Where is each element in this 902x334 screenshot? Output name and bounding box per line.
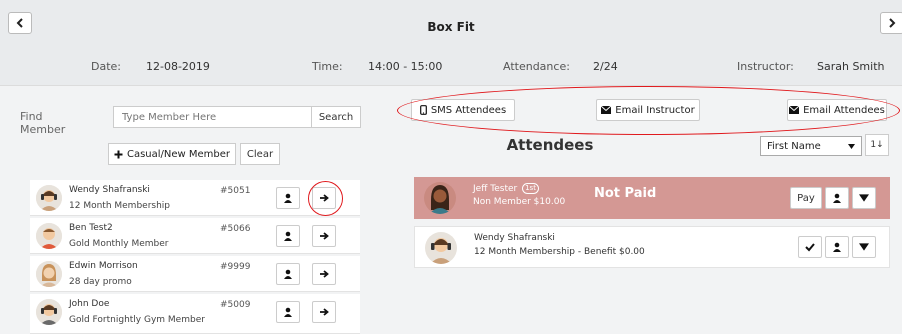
attendee-profile-button[interactable]	[825, 187, 849, 209]
member-name: John Doe	[69, 299, 110, 309]
attendee-row: Wendy Shafranski 12 Month Membership - B…	[414, 226, 890, 268]
arrow-right-icon	[320, 270, 329, 278]
add-to-class-button[interactable]	[312, 301, 336, 323]
member-profile-button[interactable]	[276, 301, 300, 323]
add-to-class-button[interactable]	[312, 187, 336, 209]
envelope-icon	[601, 106, 612, 114]
find-member-label: Find Member	[20, 110, 66, 136]
member-search-input[interactable]	[113, 106, 312, 128]
caret-down-icon	[859, 243, 869, 251]
member-number: #5051	[220, 186, 251, 196]
avatar	[36, 223, 62, 249]
user-icon	[284, 307, 292, 317]
envelope-icon	[789, 106, 800, 114]
attendance-label: Attendance:	[503, 60, 570, 73]
plus-icon	[114, 150, 123, 158]
sms-attendees-button[interactable]: SMS Attendees	[411, 99, 515, 121]
checkmark-icon	[805, 243, 815, 252]
attendee-profile-button[interactable]	[825, 236, 849, 258]
member-plan: Gold Fortnightly Gym Member	[69, 315, 205, 325]
email-attendees-button[interactable]: Email Attendees	[787, 99, 887, 121]
attendee-name: Wendy Shafranski	[474, 233, 555, 243]
caret-down-icon	[859, 194, 869, 202]
sms-attendees-label: SMS Attendees	[430, 104, 507, 116]
email-instructor-button[interactable]: Email Instructor	[596, 99, 700, 121]
attendees-title: Attendees	[506, 136, 594, 154]
member-plan: 28 day promo	[69, 277, 132, 287]
member-number: #5066	[220, 224, 251, 234]
member-plan: Gold Monthly Member	[69, 239, 169, 249]
mobile-phone-icon	[419, 105, 427, 115]
add-to-class-button[interactable]	[312, 225, 336, 247]
add-to-class-button[interactable]	[312, 263, 336, 285]
instructor-label: Instructor:	[737, 60, 794, 73]
member-name: Edwin Morrison	[69, 261, 138, 271]
attendee-plan: 12 Month Membership - Benefit $0.00	[474, 247, 645, 257]
member-name: Ben Test2	[69, 223, 113, 233]
casual-new-member-button[interactable]: Casual/New Member	[108, 143, 236, 165]
attendee-options-dropdown[interactable]	[852, 236, 876, 258]
user-icon	[833, 242, 841, 252]
attendee-plan: Non Member $10.00	[473, 197, 566, 207]
member-row: Ben Test2 Gold Monthly Member #5066	[30, 218, 360, 254]
sort-numeric-icon: 1↓	[870, 140, 884, 150]
clear-button[interactable]: Clear	[240, 143, 280, 165]
avatar	[36, 185, 62, 211]
attendee-row: Jeff Tester 1st Non Member $10.00 Not Pa…	[414, 177, 890, 219]
search-button[interactable]: Search	[311, 106, 361, 128]
sort-direction-button[interactable]: 1↓	[865, 134, 889, 156]
class-header	[0, 0, 902, 86]
sort-select-value: First Name	[767, 140, 821, 152]
user-icon	[833, 193, 841, 203]
member-plan: 12 Month Membership	[69, 201, 171, 211]
mark-attended-button[interactable]	[798, 236, 822, 258]
date-label: Date:	[91, 60, 121, 73]
date-value: 12-08-2019	[146, 60, 210, 73]
first-visit-badge: 1st	[522, 183, 539, 194]
caret-down-icon	[848, 143, 855, 149]
avatar	[36, 299, 62, 325]
member-number: #5009	[220, 300, 251, 310]
member-name: Wendy Shafranski	[69, 185, 150, 195]
member-profile-button[interactable]	[276, 263, 300, 285]
email-attendees-label: Email Attendees	[803, 104, 885, 116]
sort-select[interactable]: First Name	[760, 136, 862, 156]
arrow-right-icon	[320, 194, 329, 202]
instructor-value: Sarah Smith	[817, 60, 885, 73]
avatar	[424, 182, 456, 214]
user-icon	[284, 269, 292, 279]
member-profile-button[interactable]	[276, 225, 300, 247]
pay-button[interactable]: Pay	[790, 187, 822, 209]
member-row: Wendy Shafranski 12 Month Membership #50…	[30, 180, 360, 216]
payment-status: Not Paid	[594, 186, 657, 201]
user-icon	[284, 193, 292, 203]
member-number: #9999	[220, 262, 251, 272]
email-instructor-label: Email Instructor	[615, 104, 695, 116]
arrow-right-icon	[320, 232, 329, 240]
avatar	[36, 261, 62, 287]
class-title: Box Fit	[427, 20, 475, 34]
attendee-options-dropdown[interactable]	[852, 187, 876, 209]
attendance-value: 2/24	[593, 60, 618, 73]
user-icon	[284, 231, 292, 241]
casual-new-member-label: Casual/New Member	[126, 148, 231, 160]
member-row: John Doe Gold Fortnightly Gym Member #50…	[30, 294, 360, 334]
arrow-right-icon	[320, 308, 329, 316]
time-label: Time:	[312, 60, 343, 73]
member-row: Edwin Morrison 28 day promo #9999	[30, 256, 360, 292]
avatar	[425, 232, 457, 264]
time-value: 14:00 - 15:00	[368, 60, 443, 73]
member-profile-button[interactable]	[276, 187, 300, 209]
attendee-name: Jeff Tester 1st	[473, 183, 539, 194]
